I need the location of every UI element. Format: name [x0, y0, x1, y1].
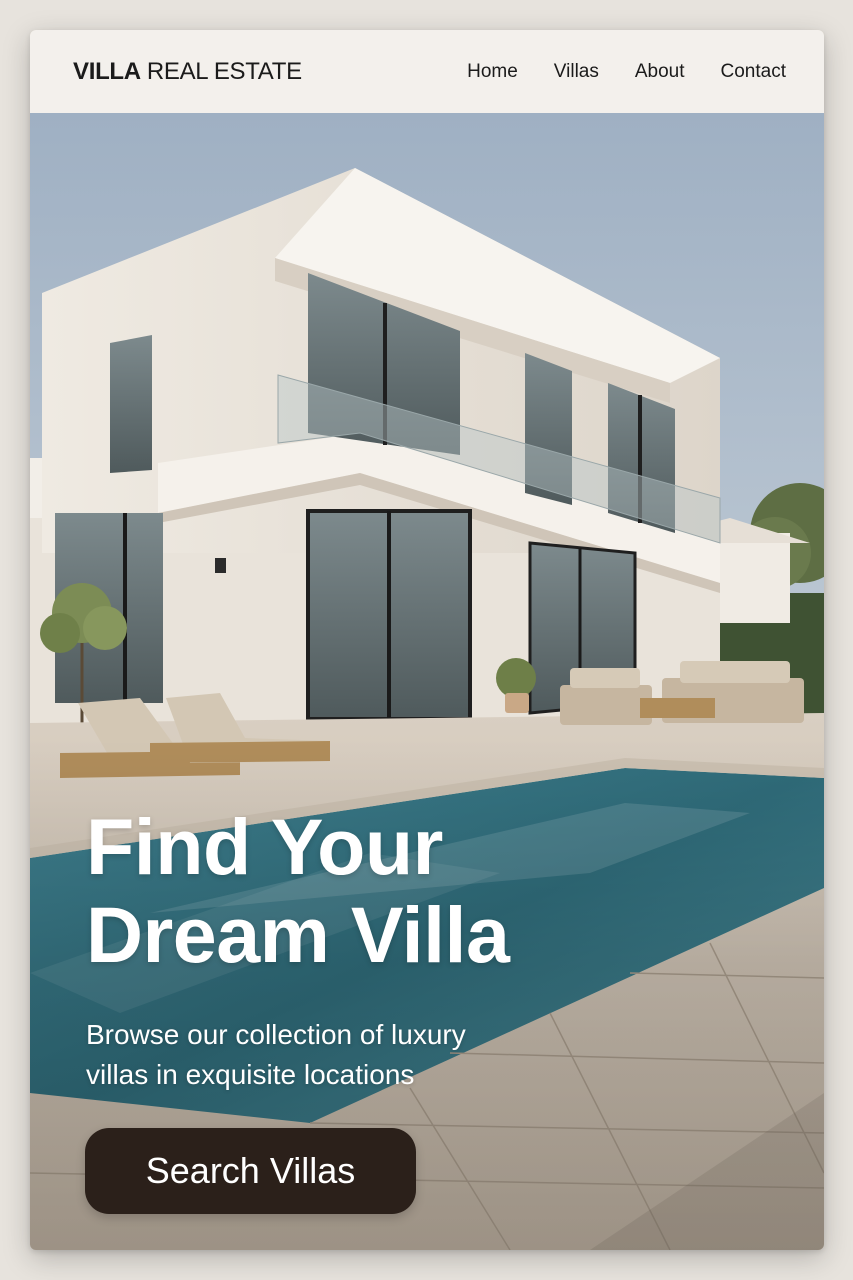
search-villas-button[interactable]: Search Villas [85, 1128, 416, 1214]
top-navbar: VILLA REAL ESTATE Home Villas About Conta… [30, 30, 824, 113]
main-nav: Home Villas About Contact [467, 61, 786, 83]
page-frame: VILLA REAL ESTATE Home Villas About Conta… [30, 30, 824, 1250]
hero-title: Find Your Dream Villa [86, 802, 510, 979]
site-logo[interactable]: VILLA REAL ESTATE [73, 58, 302, 86]
logo-primary-text: VILLA [73, 57, 141, 85]
nav-link-about[interactable]: About [635, 61, 685, 83]
logo-secondary-text: REAL ESTATE [146, 57, 302, 85]
hero-subtitle: Browse our collection of luxury villas i… [86, 1019, 466, 1090]
nav-link-villas[interactable]: Villas [554, 61, 599, 83]
hero-section: Find Your Dream Villa Browse our collect… [30, 113, 824, 1250]
nav-link-contact[interactable]: Contact [721, 61, 786, 83]
nav-link-home[interactable]: Home [467, 61, 518, 83]
